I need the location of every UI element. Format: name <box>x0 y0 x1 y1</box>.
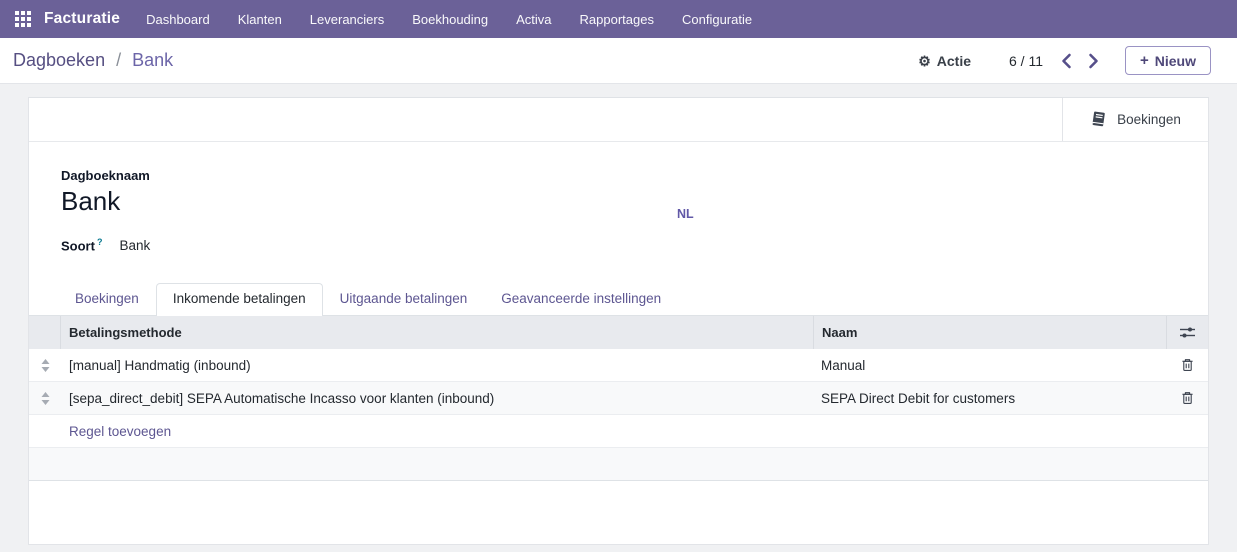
action-menu-button[interactable]: ⚙ Actie <box>918 53 971 69</box>
delete-row-button[interactable] <box>1166 382 1208 414</box>
row-name[interactable]: SEPA Direct Debit for customers <box>813 391 1166 406</box>
journal-type-label: Soort? <box>61 237 102 253</box>
stat-button-box: Boekingen <box>29 98 1208 142</box>
table-header-row: Betalingsmethode Naam <box>29 316 1208 349</box>
row-method[interactable]: [sepa_direct_debit] SEPA Automatische In… <box>61 391 813 406</box>
add-row: Regel toevoegen <box>29 415 1208 448</box>
trash-icon <box>1181 358 1194 372</box>
boekingen-stat-button[interactable]: Boekingen <box>1062 98 1208 141</box>
breadcrumb-current: Bank <box>132 50 173 70</box>
pager-counter: 6 / 11 <box>1009 53 1043 69</box>
row-name[interactable]: Manual <box>813 358 1166 373</box>
action-menu-label: Actie <box>937 53 971 69</box>
menu-configuratie[interactable]: Configuratie <box>682 12 752 27</box>
row-method[interactable]: [manual] Handmatig (inbound) <box>61 358 813 373</box>
language-badge[interactable]: NL <box>677 207 694 221</box>
delete-row-button[interactable] <box>1166 349 1208 381</box>
new-button[interactable]: + Nieuw <box>1125 46 1211 75</box>
notebook-tabs: Boekingen Inkomende betalingen Uitgaande… <box>29 283 1208 316</box>
plus-icon: + <box>1140 52 1149 69</box>
journal-type-row: Soort? Bank <box>61 237 1176 253</box>
drag-handle-icon[interactable] <box>29 392 61 405</box>
tab-inkomende-betalingen[interactable]: Inkomende betalingen <box>156 283 323 316</box>
breadcrumb-separator: / <box>116 50 121 70</box>
tab-boekingen[interactable]: Boekingen <box>58 283 156 316</box>
optional-columns-button[interactable] <box>1166 316 1208 349</box>
app-name[interactable]: Facturatie <box>44 10 120 28</box>
table-row[interactable]: [sepa_direct_debit] SEPA Automatische In… <box>29 382 1208 415</box>
journal-name-value[interactable]: Bank <box>61 186 1176 217</box>
menu-dashboard[interactable]: Dashboard <box>146 12 210 27</box>
gear-icon: ⚙ <box>918 54 931 68</box>
add-line-link[interactable]: Regel toevoegen <box>69 424 171 439</box>
main-menu: Dashboard Klanten Leveranciers Boekhoudi… <box>146 12 752 27</box>
menu-boekhouding[interactable]: Boekhouding <box>412 12 488 27</box>
tab-geavanceerde-instellingen[interactable]: Geavanceerde instellingen <box>484 283 678 316</box>
menu-klanten[interactable]: Klanten <box>238 12 282 27</box>
payment-methods-table: Betalingsmethode Naam [manual] Handmatig… <box>29 316 1208 481</box>
journal-name-label: Dagboeknaam <box>61 168 1176 183</box>
menu-rapportages[interactable]: Rapportages <box>580 12 654 27</box>
stat-button-label: Boekingen <box>1117 112 1181 127</box>
control-panel: Dagboeken / Bank ⚙ Actie 6 / 11 + Nieuw <box>0 38 1237 84</box>
form-card: Boekingen Dagboeknaam Bank NL Soort? Ban… <box>28 97 1209 545</box>
help-question-icon[interactable]: ? <box>97 237 103 247</box>
tab-uitgaande-betalingen[interactable]: Uitgaande betalingen <box>323 283 485 316</box>
header-naam[interactable]: Naam <box>813 316 1166 349</box>
top-navbar: Facturatie Dashboard Klanten Leverancier… <box>0 0 1237 38</box>
header-handle-cell <box>29 316 61 349</box>
form-sheet: Dagboeknaam Bank NL Soort? Bank <box>29 142 1208 253</box>
menu-leveranciers[interactable]: Leveranciers <box>310 12 384 27</box>
journal-type-value[interactable]: Bank <box>119 238 150 253</box>
chevron-left-icon[interactable] <box>1061 53 1072 69</box>
header-betalingsmethode[interactable]: Betalingsmethode <box>61 325 813 340</box>
breadcrumb: Dagboeken / Bank <box>13 50 173 71</box>
control-panel-right: ⚙ Actie 6 / 11 + Nieuw <box>918 46 1211 75</box>
drag-handle-icon[interactable] <box>29 359 61 372</box>
chevron-right-icon[interactable] <box>1088 53 1099 69</box>
table-footer-band <box>29 448 1208 481</box>
book-icon <box>1090 111 1107 128</box>
apps-grid-icon[interactable] <box>14 10 32 28</box>
menu-activa[interactable]: Activa <box>516 12 551 27</box>
new-button-label: Nieuw <box>1155 53 1196 69</box>
breadcrumb-dagboeken[interactable]: Dagboeken <box>13 50 105 70</box>
sliders-icon <box>1180 326 1195 339</box>
table-row[interactable]: [manual] Handmatig (inbound) Manual <box>29 349 1208 382</box>
trash-icon <box>1181 391 1194 405</box>
pager-arrows <box>1061 53 1099 69</box>
